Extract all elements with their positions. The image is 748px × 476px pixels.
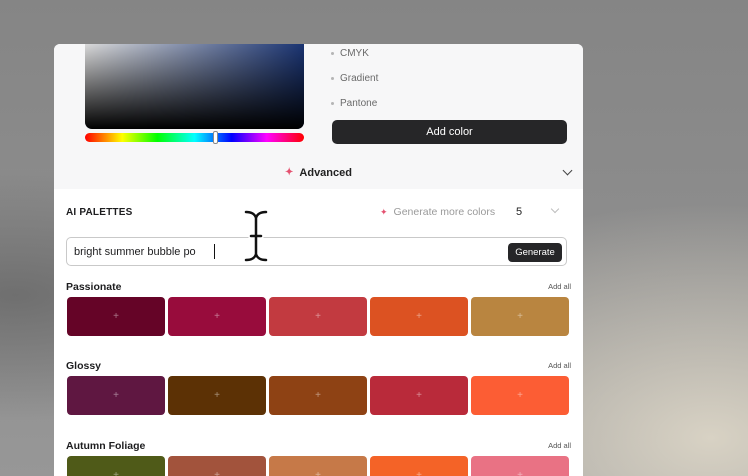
generate-button[interactable]: Generate bbox=[508, 243, 562, 262]
plus-icon: + bbox=[416, 311, 422, 322]
color-swatch[interactable]: + bbox=[471, 297, 569, 336]
color-swatch[interactable]: + bbox=[168, 456, 266, 476]
hue-slider-handle[interactable] bbox=[213, 131, 218, 144]
swatch-row: + + + + + bbox=[67, 376, 571, 417]
color-swatch[interactable]: + bbox=[67, 376, 165, 415]
generate-more-label: Generate more colors bbox=[393, 206, 496, 218]
hue-slider[interactable] bbox=[85, 133, 304, 142]
chevron-down-icon bbox=[562, 165, 573, 176]
color-swatch[interactable]: + bbox=[370, 376, 468, 415]
advanced-toggle[interactable]: ✦ Advanced bbox=[54, 160, 583, 185]
color-swatch[interactable]: + bbox=[269, 376, 367, 415]
color-swatch[interactable]: + bbox=[269, 456, 367, 476]
palette-name: Autumn Foliage bbox=[66, 440, 146, 452]
color-swatch[interactable]: + bbox=[67, 456, 165, 476]
format-option-label: Pantone bbox=[340, 97, 378, 109]
chevron-down-icon bbox=[550, 204, 560, 214]
color-swatch[interactable]: + bbox=[370, 456, 468, 476]
plus-icon: + bbox=[214, 311, 220, 322]
swatch-row: + + + + + bbox=[67, 297, 571, 338]
plus-icon: + bbox=[416, 390, 422, 401]
ai-palettes-title: AI PALETTES bbox=[66, 207, 133, 218]
plus-icon: + bbox=[113, 470, 119, 476]
palette-passionate: Passionate Add all + + + + + bbox=[66, 281, 571, 336]
plus-icon: + bbox=[315, 470, 321, 476]
bullet-icon bbox=[331, 76, 334, 80]
color-count-value: 5 bbox=[516, 206, 523, 218]
add-all-button[interactable]: Add all bbox=[548, 361, 571, 370]
generate-more-colors-button[interactable]: ✦ Generate more colors bbox=[380, 206, 495, 218]
palette-name: Glossy bbox=[66, 360, 102, 372]
sparkle-icon: ✦ bbox=[380, 206, 388, 217]
color-swatch[interactable]: + bbox=[370, 297, 468, 336]
color-swatch[interactable]: + bbox=[269, 297, 367, 336]
color-count-select[interactable]: 5 bbox=[509, 201, 566, 223]
add-all-button[interactable]: Add all bbox=[548, 441, 571, 450]
plus-icon: + bbox=[517, 390, 523, 401]
add-all-button[interactable]: Add all bbox=[548, 282, 571, 291]
plus-icon: + bbox=[315, 390, 321, 401]
plus-icon: + bbox=[214, 470, 220, 476]
palette-prompt-input[interactable]: bright summer bubble po Generate bbox=[66, 237, 567, 266]
color-swatch[interactable]: + bbox=[67, 297, 165, 336]
color-picker-section: CMYK Gradient Pantone Add color ✦ Advanc… bbox=[54, 44, 583, 189]
palette-autumn-foliage: Autumn Foliage Add all + + + + + bbox=[66, 440, 571, 476]
plus-icon: + bbox=[315, 311, 321, 322]
text-caret bbox=[214, 244, 215, 259]
palette-glossy: Glossy Add all + + + + + bbox=[66, 360, 571, 415]
color-swatch[interactable]: + bbox=[168, 376, 266, 415]
color-swatch[interactable]: + bbox=[471, 376, 569, 415]
plus-icon: + bbox=[416, 470, 422, 476]
format-option-pantone[interactable]: Pantone bbox=[331, 95, 377, 111]
bullet-icon bbox=[331, 101, 334, 105]
format-option-label: Gradient bbox=[340, 72, 379, 84]
color-swatch[interactable]: + bbox=[471, 456, 569, 476]
swatch-row: + + + + + bbox=[67, 456, 571, 476]
advanced-label: Advanced bbox=[299, 166, 352, 179]
palette-name: Passionate bbox=[66, 281, 122, 293]
text-cursor-icon bbox=[243, 209, 269, 263]
color-swatch[interactable]: + bbox=[168, 297, 266, 336]
plus-icon: + bbox=[113, 390, 119, 401]
add-color-button[interactable]: Add color bbox=[332, 120, 567, 144]
saturation-value-picker[interactable] bbox=[85, 44, 304, 129]
prompt-text: bright summer bubble po bbox=[74, 246, 196, 258]
plus-icon: + bbox=[113, 311, 119, 322]
bullet-icon bbox=[331, 51, 334, 55]
color-panel: CMYK Gradient Pantone Add color ✦ Advanc… bbox=[54, 44, 583, 476]
sparkle-icon: ✦ bbox=[285, 167, 294, 178]
plus-icon: + bbox=[517, 311, 523, 322]
plus-icon: + bbox=[214, 390, 220, 401]
plus-icon: + bbox=[517, 470, 523, 476]
format-option-label: CMYK bbox=[340, 47, 369, 59]
format-option-gradient[interactable]: Gradient bbox=[331, 70, 378, 86]
format-option-cmyk[interactable]: CMYK bbox=[331, 45, 369, 61]
